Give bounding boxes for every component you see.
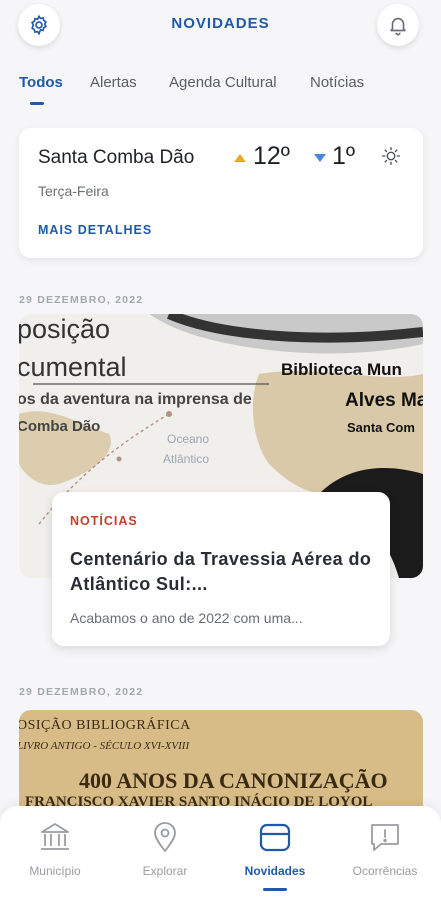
weather-details-link[interactable]: MAIS DETALHES (38, 223, 152, 237)
weather-card[interactable]: Santa Comba Dão 12º 1º Terça-Feira MAIS … (19, 128, 423, 258)
poster-text: os da aventura na imprensa de (19, 391, 252, 408)
nav-municipio[interactable]: Município (0, 806, 110, 900)
nav-label: Ocorrências (352, 864, 418, 878)
poster-text: LIVRO ANTIGO - SÉCULO XVI-XVIII (19, 740, 190, 752)
poster-text: cumental (19, 352, 127, 382)
poster-text: OSIÇÃO BIBLIOGRÁFICA (19, 718, 191, 733)
nav-novidades[interactable]: Novidades (220, 806, 330, 900)
page: NOVIDADES Todos Alertas Agenda Cultural … (0, 0, 441, 900)
tab-noticias[interactable]: Notícias (310, 74, 364, 91)
news-date: 29 DEZEMBRO, 2022 (19, 686, 144, 698)
nav-label: Município (29, 864, 81, 878)
poster-text: Santa Com (347, 420, 415, 435)
weather-max-temp: 12º (253, 142, 290, 170)
filter-tabs: Todos Alertas Agenda Cultural Notícias (0, 74, 441, 108)
weather-min-temp: 1º (332, 142, 356, 170)
news-image[interactable]: OSIÇÃO BIBLIOGRÁFICA LIVRO ANTIGO - SÉCU… (19, 710, 423, 810)
poster-text: Oceano (167, 432, 210, 446)
notifications-button[interactable] (377, 4, 419, 46)
news-card[interactable]: NOTÍCIAS Centenário da Travessia Aérea d… (52, 492, 390, 646)
poster-text: 400 ANOS DA CANONIZAÇÃO (79, 768, 388, 793)
nav-label: Explorar (142, 864, 188, 878)
news-category: NOTÍCIAS (70, 514, 138, 528)
tab-alertas[interactable]: Alertas (90, 74, 137, 91)
nav-ocorrencias[interactable]: Ocorrências (330, 806, 440, 900)
poster-text: Biblioteca Mun (281, 360, 402, 379)
active-tab-indicator (30, 102, 44, 105)
nav-explorar[interactable]: Explorar (110, 806, 220, 900)
poster-text: posição (19, 314, 111, 344)
weather-city: Santa Comba Dão (38, 147, 195, 168)
news-excerpt: Acabamos o ano de 2022 com uma... (70, 610, 303, 626)
temp-up-icon (234, 154, 246, 162)
bell-icon (390, 17, 406, 36)
building-icon (41, 823, 69, 850)
active-nav-indicator (263, 888, 287, 891)
nav-label: Novidades (244, 864, 306, 878)
poster-text: Atlântico (163, 452, 210, 466)
news-icon (259, 823, 291, 852)
poster-text: Alves Ma (345, 390, 423, 411)
report-icon (371, 824, 399, 851)
location-pin-icon (154, 822, 176, 853)
page-title: NOVIDADES (171, 15, 270, 32)
tab-todos[interactable]: Todos (19, 74, 63, 91)
poster-text: Comba Dão (19, 418, 101, 435)
news-date: 29 DEZEMBRO, 2022 (19, 294, 144, 306)
bottom-navigation: Município Explorar Novidades Ocorrências (0, 806, 441, 900)
temp-down-icon (314, 154, 326, 162)
tab-agenda-cultural[interactable]: Agenda Cultural (169, 74, 277, 91)
sun-icon (382, 147, 400, 165)
header: NOVIDADES (0, 0, 441, 52)
news-title: Centenário da Travessia Aérea do Atlânti… (70, 549, 372, 594)
weather-day: Terça-Feira (38, 183, 109, 199)
